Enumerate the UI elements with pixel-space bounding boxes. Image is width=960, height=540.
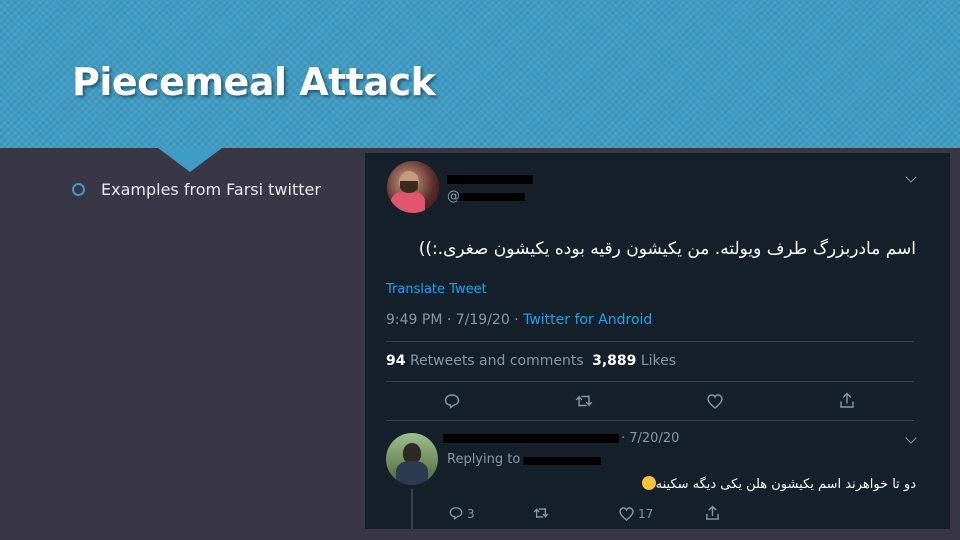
slide-title: Piecemeal Attack — [72, 60, 436, 104]
bullet-item: Examples from Farsi twitter — [72, 180, 321, 199]
bullet-text: Examples from Farsi twitter — [101, 180, 321, 199]
bullet-circle-icon — [72, 183, 85, 196]
translate-tweet-link[interactable]: Translate Tweet — [386, 282, 487, 297]
likes-count[interactable]: 3,889 — [592, 353, 636, 369]
avatar-beard — [400, 181, 418, 193]
tweet-menu-chevron-icon[interactable] — [905, 171, 917, 183]
redacted-handle — [459, 193, 525, 201]
like-icon[interactable] — [707, 394, 723, 409]
tweet-stats: 94 Retweets and comments 3,889 Likes — [386, 353, 676, 369]
tweet-time: 9:49 PM · 7/19/20 · — [386, 312, 524, 328]
share-icon[interactable] — [839, 392, 855, 409]
like-count: 17 — [638, 507, 654, 521]
tweet-client-link[interactable]: Twitter for Android — [523, 312, 652, 328]
reply-icon[interactable] — [444, 393, 460, 409]
author-avatar[interactable] — [387, 161, 439, 213]
divider — [386, 420, 914, 421]
redacted-display-name — [447, 175, 533, 184]
avatar-body — [396, 461, 428, 485]
tweet-text: اسم مادربزرگ طرف ویولته. من یکیشون رقیه … — [418, 239, 916, 259]
reply-menu-chevron-icon[interactable] — [905, 432, 917, 444]
redacted-replying-handle — [523, 457, 601, 465]
reply-text: دو تا خواهرند اسم یکیشون هلن یکی دیگه سک… — [640, 476, 916, 492]
share-icon[interactable] — [705, 505, 720, 521]
replying-to-label: Replying to — [447, 452, 521, 467]
reply-icon[interactable] — [449, 506, 463, 520]
redacted-reply-author — [443, 434, 619, 443]
reply-date[interactable]: · 7/20/20 — [621, 431, 679, 446]
avatar-head — [403, 443, 421, 463]
retweet-icon[interactable] — [533, 506, 549, 520]
retweet-icon[interactable] — [575, 393, 593, 409]
retweets-count[interactable]: 94 — [386, 353, 405, 369]
reply-author-avatar[interactable] — [386, 433, 438, 485]
like-icon[interactable] — [619, 507, 634, 521]
thread-line — [411, 489, 413, 529]
likes-label[interactable]: Likes — [641, 353, 676, 369]
retweets-label[interactable]: Retweets and comments — [410, 353, 584, 369]
avatar-shirt — [391, 191, 425, 213]
reply-count: 3 — [467, 507, 475, 521]
banner-notch — [158, 148, 222, 172]
divider — [386, 381, 914, 382]
bullet-list: Examples from Farsi twitter — [72, 180, 321, 199]
divider — [386, 341, 914, 342]
tweet-screenshot: @ اسم مادربزرگ طرف ویولته. من یکیشون رقی… — [365, 153, 950, 529]
tweet-timestamp: 9:49 PM · 7/19/20 · Twitter for Android — [386, 312, 652, 328]
reply-text-body: دو تا خواهرند اسم یکیشون هلن یکی دیگه سک… — [655, 477, 916, 492]
smile-emoji-icon — [641, 476, 656, 490]
